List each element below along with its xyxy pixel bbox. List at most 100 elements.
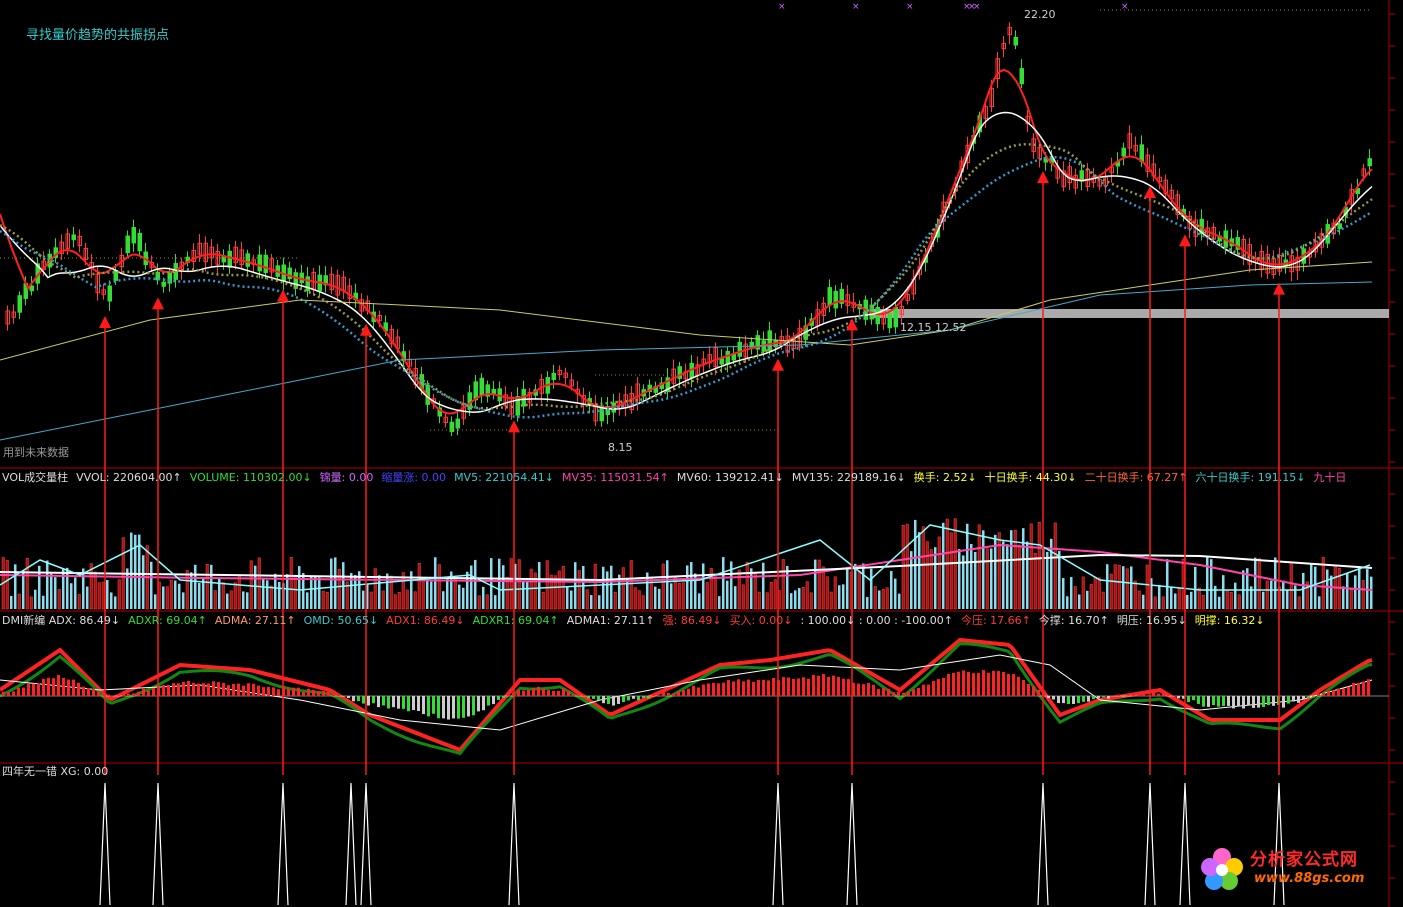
dmi-bar [297,687,300,696]
volume-bar [977,524,981,610]
dmi-bar [882,687,885,696]
volume-bar [1194,566,1197,609]
dmi-bar [742,681,745,696]
dmi-bar [932,680,935,696]
volume-bar [757,591,761,610]
dmi-bar [62,677,65,696]
volume-bar [1190,591,1193,609]
adxr-line [0,642,1373,756]
logo-text: 分析家公式网 [1250,850,1358,870]
dmi-bar [467,696,470,717]
volume-bar [1073,586,1077,610]
dmi-bar [547,690,550,696]
volume-bar [705,582,709,610]
dmi-bar [177,683,180,696]
volume-bar [637,590,641,610]
volume-bar [814,559,817,609]
dmi-bar [497,696,500,701]
volume-bar [526,580,529,609]
candle [875,306,880,325]
volume-bar [570,590,573,609]
dmi-label-5: ADXR1: 69.04↑ [472,614,559,627]
dmi-bar [692,685,695,696]
dmi-bar [97,691,100,696]
volume-bar [154,594,157,609]
dmi-bar [557,690,560,696]
dmi-bar [327,691,330,696]
dmi-bar [1312,696,1315,698]
dmi-bar [472,696,475,716]
dmi-bar [1032,686,1035,696]
volume-bar [134,534,137,609]
dmi-bar [312,690,315,696]
dmi-bar [1017,676,1020,696]
dmi-bar [322,691,325,696]
volume-bar [298,566,301,609]
signal-arrow-head [1037,171,1049,184]
volume-bar [958,549,961,609]
dmi-bar [872,684,875,696]
volume-label-3: 锦量: 0.00 [319,471,374,484]
volume-bar [1062,578,1065,609]
volume-bar [866,596,869,609]
dmi-bar [1187,696,1190,703]
top-marker: × [778,2,786,12]
volume-bar [509,558,513,610]
volume-bar [1161,596,1165,610]
signal-spike [277,782,289,906]
volume-bar [213,590,217,610]
dmi-bar [987,672,990,696]
dmi-bar [897,691,900,696]
volume-bar [381,590,385,610]
volume-bar [918,532,921,609]
dmi-bar [1367,679,1370,696]
volume-bar [1302,572,1305,609]
adx-line [0,637,1373,753]
volume-label-0: VOL成交量柱 [2,471,69,484]
volume-bar [677,582,681,610]
volume-bar [54,577,57,609]
dmi-bar [1082,696,1085,702]
volume-bar [901,525,905,610]
volume-bar [790,593,793,609]
volume-bar [1145,564,1149,610]
dmi-bar [1307,696,1310,699]
volume-bar [910,551,913,609]
dmi-bar [572,694,575,696]
dmi-bar [982,670,985,696]
volume-bar [769,581,773,610]
volume-bar [1349,589,1353,610]
volume-bar [1166,559,1169,609]
dmi-bar [922,684,925,696]
dmi-bar [1067,696,1070,705]
dmi-bar [552,690,555,696]
dmi-bar [402,696,405,709]
volume-bar [1297,596,1301,610]
dmi-bar [942,677,945,696]
volume-label-6: MV35: 115031.54↑ [561,471,669,484]
dmi-bar [722,682,725,696]
dmi-bar [792,678,795,696]
volume-bar [502,565,505,609]
dmi-bar [697,687,700,696]
dmi-bar [997,671,1000,696]
volume-label-13: 九十日 [1313,471,1347,484]
dmi-bar [667,692,670,696]
dmi-bar [122,693,125,696]
resistance-band [870,309,1389,318]
dmi-bar [1062,696,1065,704]
volume-bar [453,578,457,610]
dmi-bar [1097,696,1100,698]
dmi-bar [87,688,90,696]
chart-title: 寻找量价趋势的共振拐点 [26,28,170,43]
dmi-bar [1282,696,1285,708]
dmi-bar [827,676,830,696]
dmi-bar [32,683,35,696]
dmi-bar [647,696,650,699]
dmi-bar [82,686,85,696]
dmi-bar [307,688,310,696]
dmi-bar [27,683,30,696]
dmi-bar [662,692,665,696]
signal-spike [846,782,858,906]
low-price-label: 8.15 [608,441,633,454]
